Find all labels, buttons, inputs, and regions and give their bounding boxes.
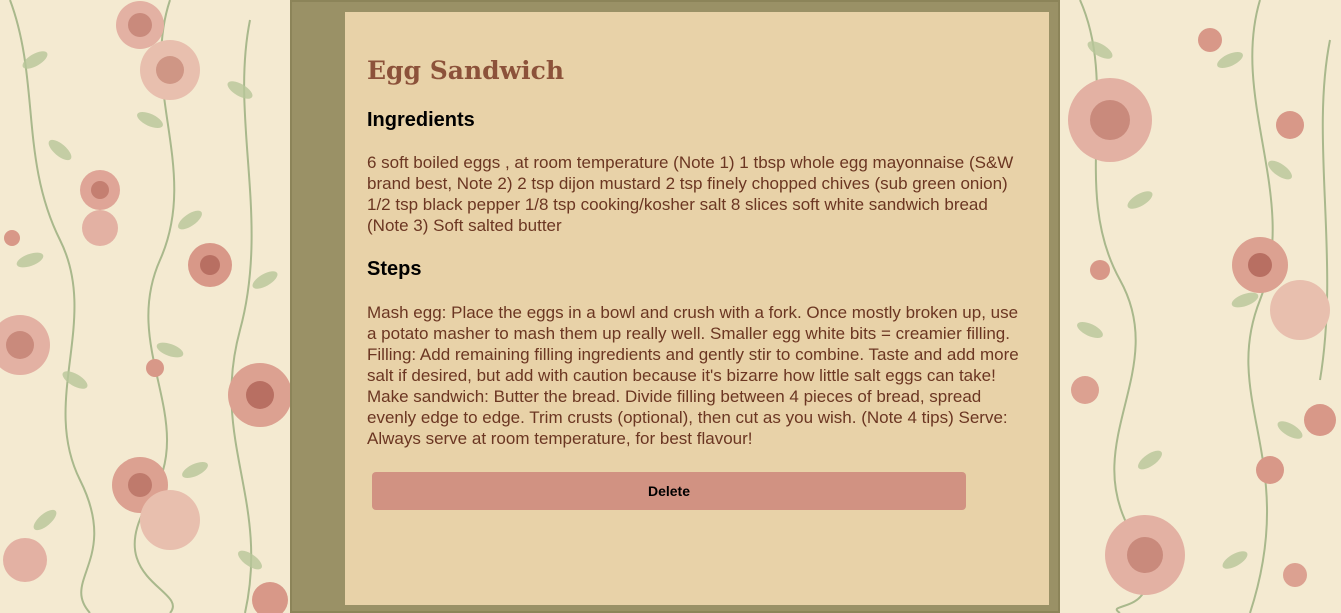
floral-pattern-left [0, 0, 290, 613]
recipe-title: Egg Sandwich [367, 56, 565, 85]
steps-text: Mash egg: Place the eggs in a bowl and c… [367, 303, 1019, 448]
delete-button[interactable]: Delete [372, 472, 966, 510]
floral-wallpaper-left [0, 0, 290, 613]
ingredients-heading: Ingredients [367, 109, 475, 131]
ingredients-text: 6 soft boiled eggs , at room temperature… [367, 153, 1014, 235]
floral-wallpaper-right [1060, 0, 1341, 613]
recipe-card: Egg Sandwich Ingredients 6 soft boiled e… [345, 12, 1049, 605]
floral-pattern-right [1068, 0, 1336, 613]
steps-heading: Steps [367, 258, 422, 280]
